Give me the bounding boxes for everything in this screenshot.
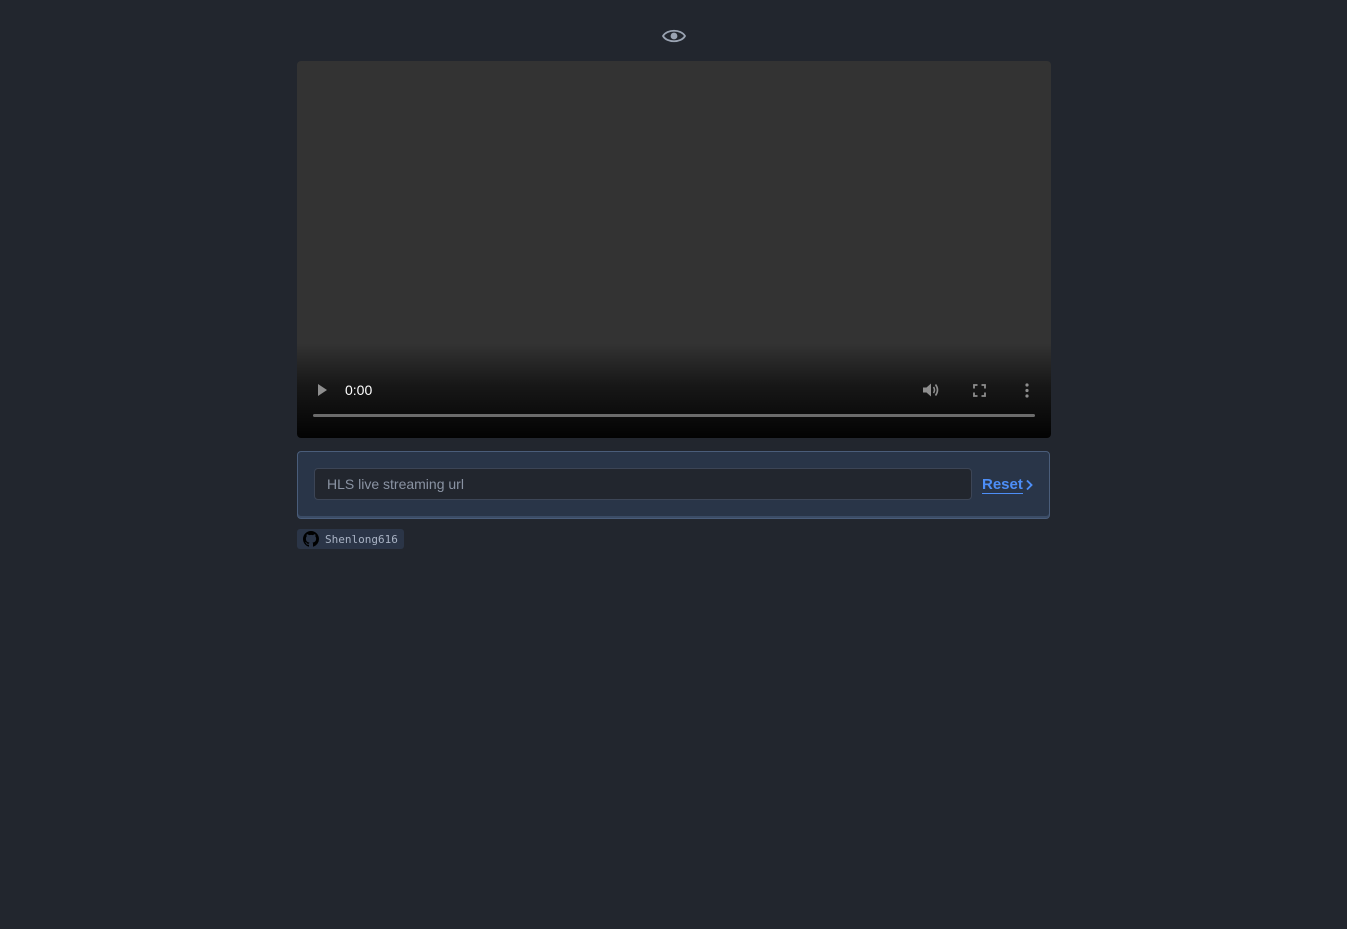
github-credit-link[interactable]: Shenlong616 xyxy=(297,529,404,549)
player-controls: 0:00 xyxy=(297,377,1051,403)
chevron-right-icon xyxy=(1025,479,1034,491)
play-button[interactable] xyxy=(311,377,333,403)
stream-url-form: Reset xyxy=(297,451,1050,519)
volume-button[interactable] xyxy=(918,377,944,403)
reset-button[interactable]: Reset xyxy=(982,474,1034,496)
fullscreen-button[interactable] xyxy=(967,377,991,403)
fullscreen-icon xyxy=(972,383,986,397)
app-root: 0:00 HLS live streaming url Reset Shenlo… xyxy=(0,0,1347,929)
eye-icon xyxy=(661,25,687,47)
more-vertical-icon xyxy=(1025,382,1029,398)
current-time: 0:00 xyxy=(345,382,373,398)
github-icon xyxy=(303,531,319,547)
play-icon xyxy=(316,383,328,397)
reset-label: Reset xyxy=(982,476,1023,494)
github-username: Shenlong616 xyxy=(325,533,398,546)
stream-url-input[interactable] xyxy=(314,468,972,500)
more-options-button[interactable] xyxy=(1017,377,1037,403)
progress-bar[interactable] xyxy=(313,414,1035,417)
video-player[interactable]: 0:00 xyxy=(297,61,1051,438)
volume-icon xyxy=(922,382,940,398)
